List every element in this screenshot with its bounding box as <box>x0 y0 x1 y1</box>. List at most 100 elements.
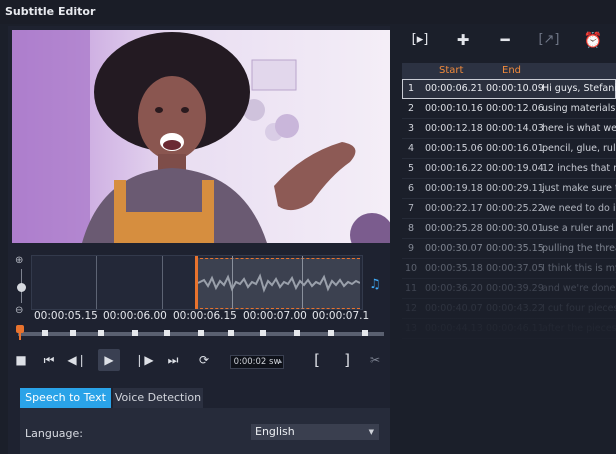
column-header-start: Start <box>439 65 464 76</box>
timeline-gridline <box>96 256 97 309</box>
subtitle-marker <box>362 330 368 336</box>
audio-waveform <box>198 273 360 293</box>
subtitle-marker <box>164 330 170 336</box>
row-text: pencil, glue, rule <box>542 143 616 154</box>
subtitle-row[interactable]: 10 00:00:35.18 00:00:37.05 I think this … <box>402 259 616 279</box>
language-value: English <box>255 425 295 438</box>
subtitle-row[interactable]: 11 00:00:36.20 00:00:39.29 and we're don… <box>402 279 616 299</box>
ruler-label: 00:00:07.00 <box>243 310 307 322</box>
ruler-label: 00:00:07.1 <box>312 310 370 322</box>
insert-subtitle-icon[interactable]: [▸] <box>409 30 431 50</box>
zoom-slider-handle[interactable] <box>17 283 26 292</box>
row-number: 3 <box>407 123 415 134</box>
subtitle-row[interactable]: 7 00:00:22.17 00:00:25.22 we need to do … <box>402 199 616 219</box>
subtitle-row[interactable]: 13 00:00:44.13 00:00:46.11 after the pie… <box>402 319 616 339</box>
row-start: 00:00:25.28 <box>425 223 483 234</box>
row-start: 00:00:15.06 <box>425 143 483 154</box>
zoom-in-icon[interactable]: ⊕ <box>15 255 23 266</box>
split-scissors-icon[interactable]: ✂ <box>364 349 386 371</box>
alarm-clock-icon[interactable]: ⏰ <box>582 30 604 50</box>
timeline-zoom: ⊕ ⊖ <box>12 255 30 319</box>
row-end: 00:00:39.29 <box>486 283 544 294</box>
subtitle-row[interactable]: 8 00:00:25.28 00:00:30.01 use a ruler an… <box>402 219 616 239</box>
row-text: pulling the threa <box>542 243 616 254</box>
subtitle-marker <box>294 330 300 336</box>
subtitle-marker <box>70 330 76 336</box>
row-start: 00:00:35.18 <box>425 263 483 274</box>
row-number: 13 <box>404 323 418 334</box>
mark-in-button[interactable]: [ <box>306 349 328 371</box>
row-end: 00:00:19.04 <box>486 163 544 174</box>
tab-voice-detection[interactable]: Voice Detection <box>113 388 203 408</box>
row-number: 9 <box>407 243 415 254</box>
link-audio-icon[interactable]: ♫ <box>369 277 387 292</box>
timeline-gridline <box>162 256 163 309</box>
row-number: 4 <box>407 143 415 154</box>
row-start: 00:00:06.21 <box>425 83 483 94</box>
merge-subtitle-icon[interactable]: [↗] <box>538 30 560 50</box>
row-text: I think this is my <box>542 263 616 274</box>
mark-out-button[interactable]: ] <box>336 349 358 371</box>
row-number: 2 <box>407 103 415 114</box>
row-start: 00:00:16.22 <box>425 163 483 174</box>
subtitle-row[interactable]: 3 00:00:12.18 00:00:14.03 here is what w… <box>402 119 616 139</box>
row-end: 00:00:35.15 <box>486 243 544 254</box>
previous-frame-button[interactable]: ◀❘ <box>66 349 88 371</box>
previous-clip-button[interactable]: ⏮ <box>38 349 60 371</box>
zoom-out-icon[interactable]: ⊖ <box>15 305 23 316</box>
chevron-down-icon: ▼ <box>368 428 374 436</box>
play-button[interactable]: ▶ <box>98 349 120 371</box>
row-start: 00:00:40.07 <box>425 303 483 314</box>
subtitle-row[interactable]: 12 00:00:40.07 00:00:43.22 I cut four pi… <box>402 299 616 319</box>
subtitle-marker <box>228 330 234 336</box>
subtitle-list-header: Start End <box>402 63 616 79</box>
language-select[interactable]: English ▼ <box>251 424 379 440</box>
row-text: using materials t <box>542 103 616 114</box>
row-text: and we're done <box>542 283 616 294</box>
playhead[interactable] <box>16 325 24 333</box>
repeat-icon[interactable]: ⟳ <box>193 349 215 371</box>
subtitle-row[interactable]: 9 00:00:30.07 00:00:35.15 pulling the th… <box>402 239 616 259</box>
audio-timeline[interactable] <box>31 255 363 310</box>
row-end: 00:00:43.22 <box>486 303 544 314</box>
row-text: here is what we <box>542 123 616 134</box>
window-title: Subtitle Editor <box>5 5 96 18</box>
row-start: 00:00:22.17 <box>425 203 483 214</box>
video-preview[interactable] <box>12 30 390 243</box>
remove-subtitle-icon[interactable]: ━ <box>494 30 516 50</box>
row-number: 5 <box>407 163 415 174</box>
scrub-bar[interactable] <box>12 325 384 341</box>
row-number: 7 <box>407 203 415 214</box>
timecode-spinner-icon[interactable]: ▴ <box>279 356 282 368</box>
subtitle-row[interactable]: 1 00:00:06.21 00:00:10.09 Hi guys, Stefa… <box>402 79 616 99</box>
subtitle-row[interactable]: 5 00:00:16.22 00:00:19.04 12 inches that… <box>402 159 616 179</box>
row-text: use a ruler and d <box>542 223 616 234</box>
transport-controls: ■ ⏮ ◀❘ ▶ ❘▶ ⏭ ⟳ 0:00:02 sw ▴ [ ] ✂ <box>10 349 386 373</box>
subtitle-row[interactable]: 6 00:00:19.18 00:00:29.11 just make sure… <box>402 179 616 199</box>
row-end: 00:00:29.11 <box>486 183 544 194</box>
subtitle-marker <box>260 330 266 336</box>
add-subtitle-icon[interactable]: ✚ <box>452 30 474 50</box>
row-text: 12 inches that m <box>542 163 616 174</box>
row-end: 00:00:25.22 <box>486 203 544 214</box>
row-text: Hi guys, Stefanie <box>542 83 616 94</box>
row-end: 00:00:30.01 <box>486 223 544 234</box>
row-text: after the pieces <box>542 323 616 334</box>
tab-speech-to-text[interactable]: Speech to Text <box>20 388 111 408</box>
column-header-end: End <box>502 65 522 76</box>
next-clip-button[interactable]: ⏭ <box>162 349 184 371</box>
time-ruler: 00:00:05.15 00:00:06.00 00:00:06.15 00:0… <box>31 310 383 324</box>
row-start: 00:00:44.13 <box>425 323 483 334</box>
row-start: 00:00:19.18 <box>425 183 483 194</box>
subtitle-row[interactable]: 4 00:00:15.06 00:00:16.01 pencil, glue, … <box>402 139 616 159</box>
next-frame-button[interactable]: ❘▶ <box>133 349 155 371</box>
row-end: 00:00:12.06 <box>486 103 544 114</box>
stop-button[interactable]: ■ <box>10 349 32 371</box>
subtitle-row[interactable]: 2 00:00:10.16 00:00:12.06 using material… <box>402 99 616 119</box>
timecode-field[interactable]: 0:00:02 sw ▴ <box>230 355 284 369</box>
row-end: 00:00:10.09 <box>486 83 544 94</box>
row-number: 10 <box>404 263 418 274</box>
row-number: 8 <box>407 223 415 234</box>
row-start: 00:00:12.18 <box>425 123 483 134</box>
row-end: 00:00:14.03 <box>486 123 544 134</box>
